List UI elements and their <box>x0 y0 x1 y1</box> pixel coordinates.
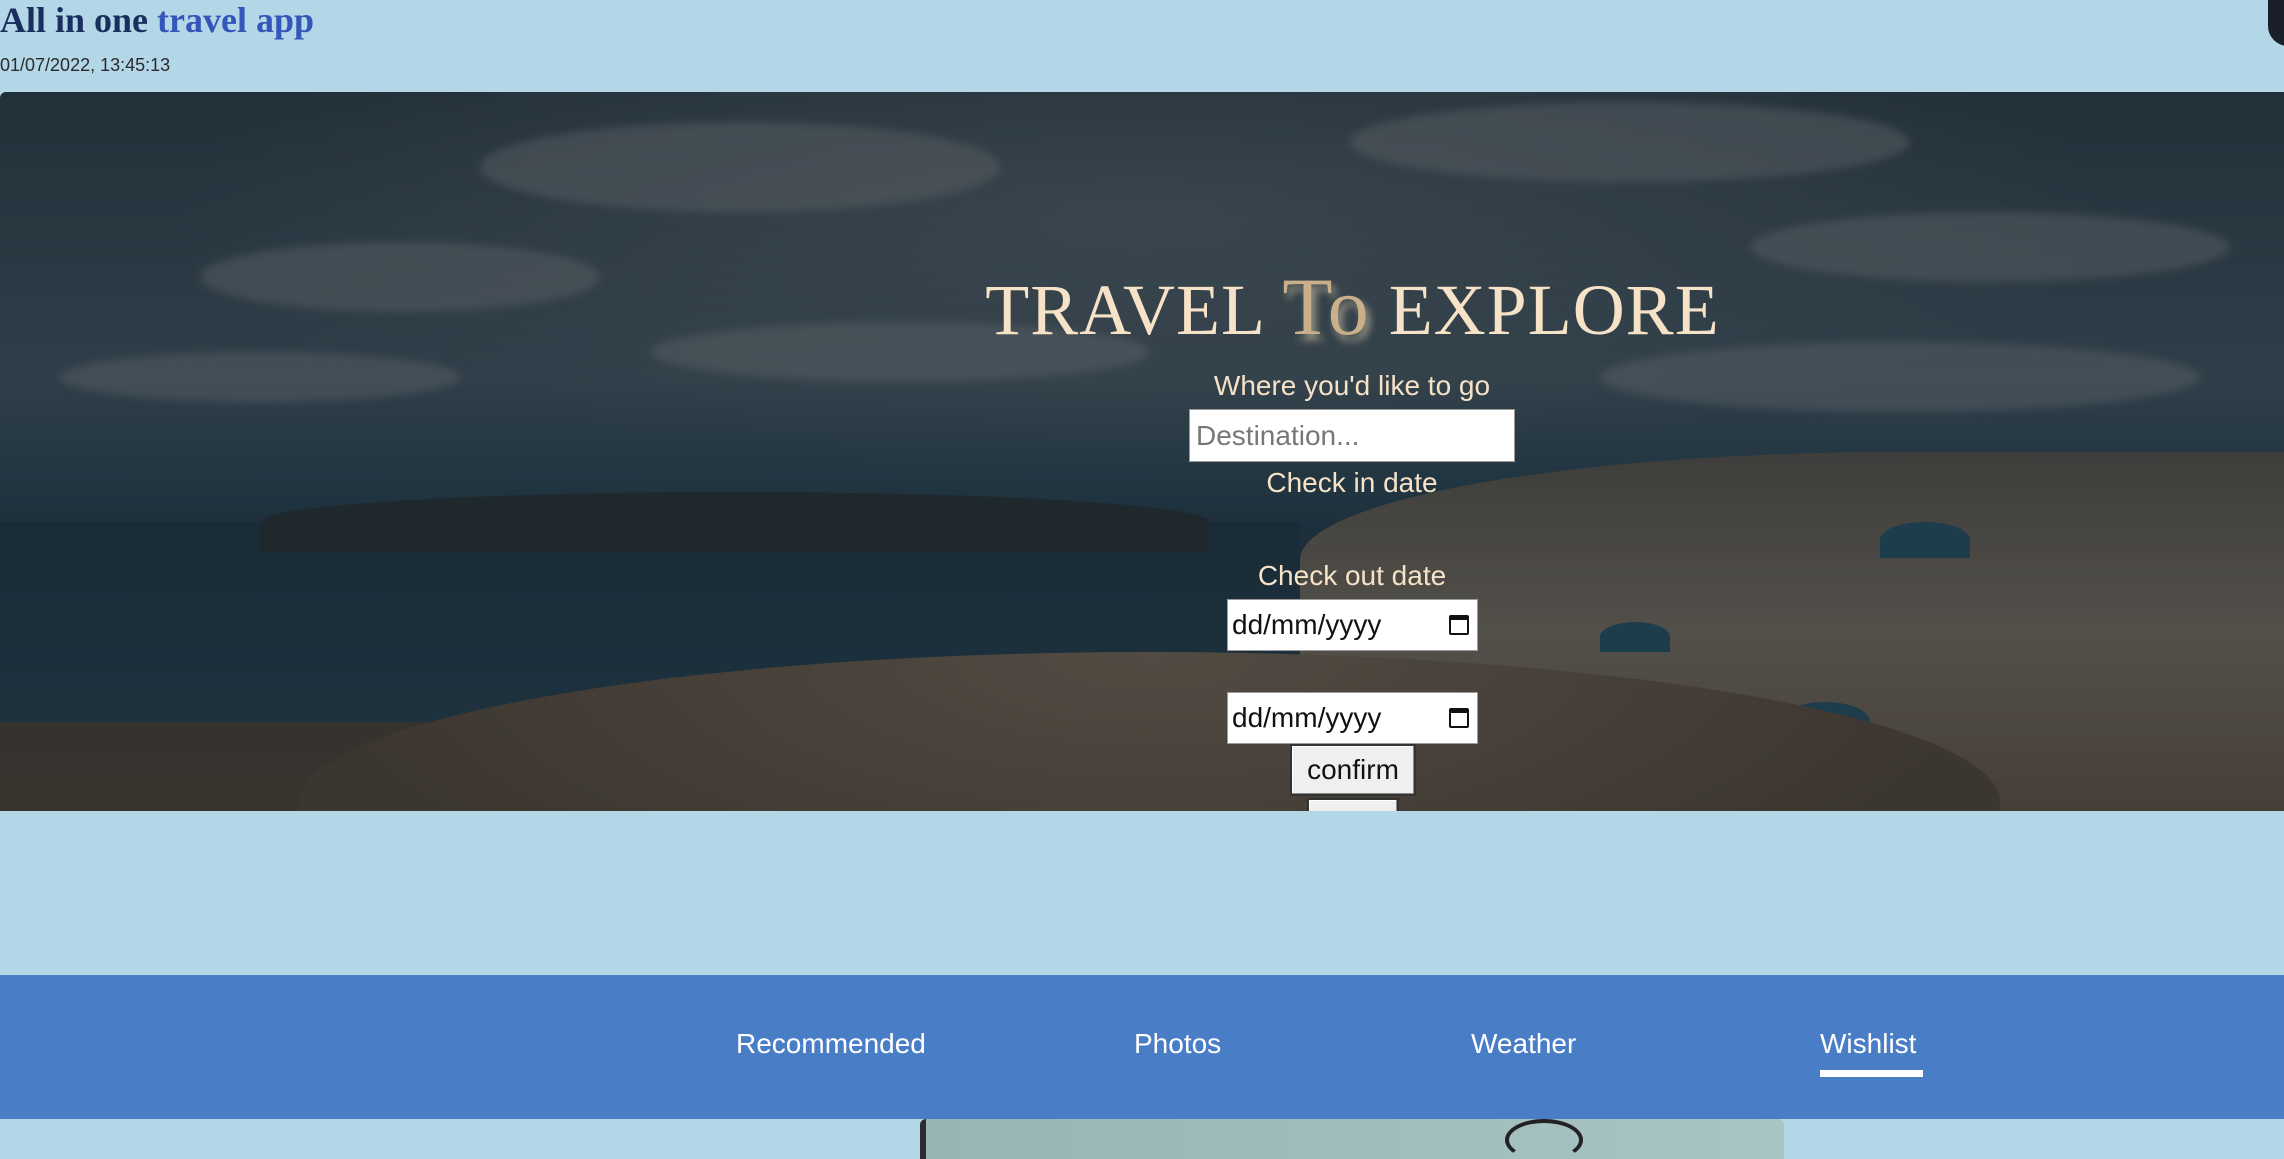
active-tab-indicator <box>1820 1070 1923 1077</box>
calendar-icon[interactable] <box>1449 615 1469 635</box>
checkout-date-value: dd/mm/yyyy <box>1232 702 1382 733</box>
clear-button[interactable]: clear <box>1307 798 1399 811</box>
checkin-date-value: dd/mm/yyyy <box>1232 609 1382 640</box>
app-header: All in one travel app 01/07/2022, 13:45:… <box>0 0 2284 92</box>
search-form: TRAVEL To EXPLORE Where you'd like to go… <box>0 92 2284 811</box>
checkout-date-field[interactable]: dd/mm/yyyy <box>1227 692 1478 744</box>
content-card-image <box>920 1119 1784 1159</box>
app-title-part2: travel app <box>157 0 315 40</box>
hero-section: TRAVEL To EXPLORE Where you'd like to go… <box>0 92 2284 811</box>
tab-photos[interactable]: Photos <box>1134 1028 1221 1060</box>
tab-recommended[interactable]: Recommended <box>736 1028 926 1060</box>
app-title-part1: All in one <box>0 0 149 40</box>
hero-heading-before: TRAVEL <box>985 270 1283 350</box>
current-datetime: 01/07/2022, 13:45:13 <box>0 55 171 75</box>
checkin-date-field[interactable]: dd/mm/yyyy <box>1227 599 1478 651</box>
destination-label: Where you'd like to go <box>1213 370 1491 401</box>
content-spacer <box>0 811 2284 975</box>
calendar-icon[interactable] <box>1449 708 1469 728</box>
tab-weather[interactable]: Weather <box>1471 1028 1576 1060</box>
checkin-label: Check in date <box>1266 467 1438 498</box>
hero-heading-after: EXPLORE <box>1369 270 1720 350</box>
app-title: All in one travel app <box>0 0 314 40</box>
hero-heading: TRAVEL To EXPLORE <box>0 260 2284 354</box>
destination-input[interactable] <box>1189 409 1515 462</box>
hero-heading-to: To <box>1282 261 1370 352</box>
tab-wishlist[interactable]: Wishlist <box>1820 1028 1916 1060</box>
card-doodle <box>1505 1119 1583 1159</box>
corner-widget <box>2268 0 2284 46</box>
confirm-button[interactable]: confirm <box>1290 744 1416 796</box>
checkout-label: Check out date <box>1257 560 1447 591</box>
